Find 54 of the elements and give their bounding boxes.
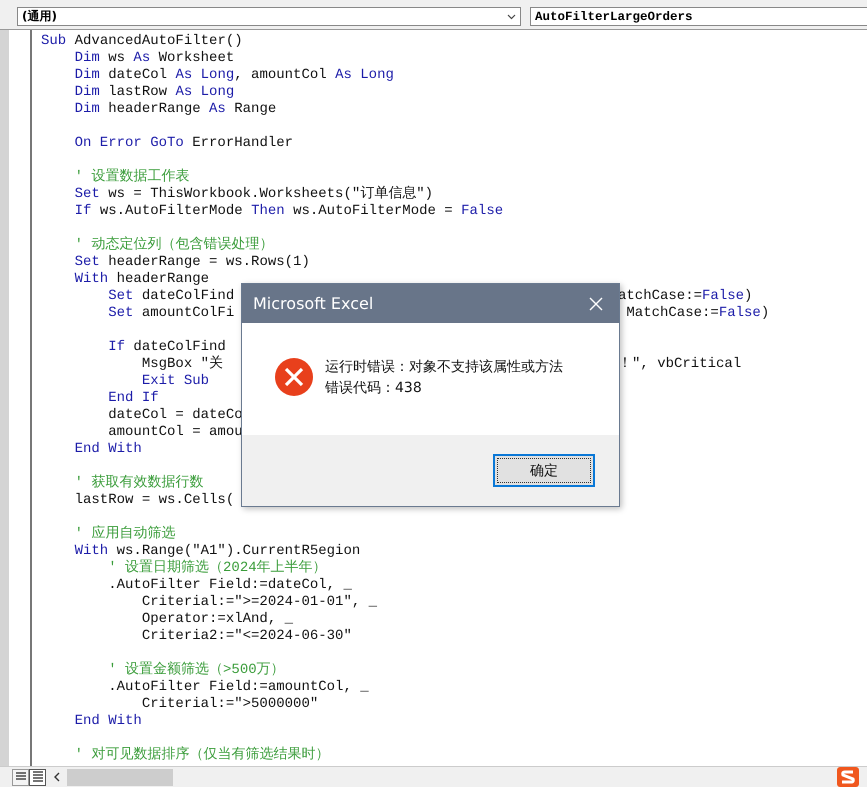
- code-line: On Error GoTo ErrorHandler: [74, 135, 294, 152]
- code-line: atchCase:=False): [618, 288, 752, 305]
- code-line: Dim headerRange As Range: [74, 101, 276, 118]
- code-line: Criteria2:="<=2024-06-30": [140, 628, 352, 645]
- code-line: Operator:=xlAnd, _: [140, 611, 294, 628]
- code-line: ' 设置日期筛选（2024年上半年）: [107, 560, 327, 577]
- code-line: End With: [74, 441, 142, 458]
- code-line: Dim ws As Worksheet: [74, 50, 234, 67]
- caret-icon: [507, 14, 516, 20]
- code-line: Criterial:=">5000000": [140, 696, 318, 713]
- code-line: ！", vbCritical: [618, 356, 742, 373]
- code-line: Sub AdvancedAutoFilter(): [41, 33, 243, 50]
- code-line: ' 设置数据工作表: [74, 169, 190, 186]
- error-icon: [274, 357, 314, 397]
- dialog-title: Microsoft Excel: [253, 294, 374, 313]
- code-line: ' 对可见数据排序（仅当有筛选结果时）: [74, 747, 330, 764]
- code-line: MsgBox "关: [140, 356, 224, 373]
- error-message: 运行时错误：对象不支持该属性或方法: [325, 358, 563, 376]
- lines-icon: [32, 771, 44, 783]
- code-line: With ws.Range("A1").CurrentR5egion: [74, 543, 360, 560]
- code-line: Criterial:=">=2024-01-01", _: [140, 594, 378, 611]
- procedure-dropdown[interactable]: AutoFilterLargeOrders: [530, 7, 867, 26]
- code-line: ' 获取有效数据行数: [74, 475, 204, 492]
- code-line: Set dateColFind: [107, 288, 234, 305]
- code-line: Set ws = ThisWorkbook.Worksheets("订单信息"): [74, 186, 434, 203]
- code-line: If ws.AutoFilterMode Then ws.AutoFilterMode = False: [74, 203, 504, 220]
- code-line: ' 设置金额筛选（>500万）: [107, 662, 285, 679]
- code-line: Dim lastRow As Long: [74, 84, 234, 101]
- code-line: .AutoFilter Field:=amountCol, _: [107, 679, 369, 696]
- procedure-view-button[interactable]: [12, 768, 29, 786]
- code-line: Set headerRange = ws.Rows(1): [74, 254, 310, 271]
- object-dropdown[interactable]: (通用): [17, 7, 521, 26]
- code-line: Dim dateCol As Long, amountCol As Long: [74, 67, 394, 84]
- code-line: Set amountColFi: [107, 305, 234, 322]
- code-line: ' 动态定位列（包含错误处理）: [74, 237, 274, 254]
- scrollbar-thumb[interactable]: [67, 768, 173, 786]
- code-line: .AutoFilter Field:=dateCol, _: [107, 577, 352, 594]
- code-line: End If: [107, 390, 159, 407]
- code-line: amountCol = amou: [107, 424, 243, 441]
- code-line: End With: [74, 713, 142, 730]
- error-message: 错误代码：438: [325, 378, 423, 396]
- ok-button[interactable]: 确定: [493, 454, 595, 487]
- input-method-icon[interactable]: [837, 767, 859, 787]
- scroll-left-icon[interactable]: [53, 772, 61, 782]
- close-icon[interactable]: [589, 296, 603, 310]
- code-line: MatchCase:=False): [625, 305, 770, 322]
- module-view-button[interactable]: [29, 768, 46, 786]
- code-line: If dateColFind: [107, 339, 226, 355]
- code-line: ' 应用自动筛选: [74, 526, 176, 543]
- code-line: With headerRange: [74, 271, 210, 288]
- code-line: Exit Sub: [140, 373, 210, 390]
- code-line: lastRow = ws.Cells(: [74, 492, 234, 509]
- code-line: dateCol = dateCo: [107, 407, 243, 424]
- lines-icon: [14, 772, 26, 782]
